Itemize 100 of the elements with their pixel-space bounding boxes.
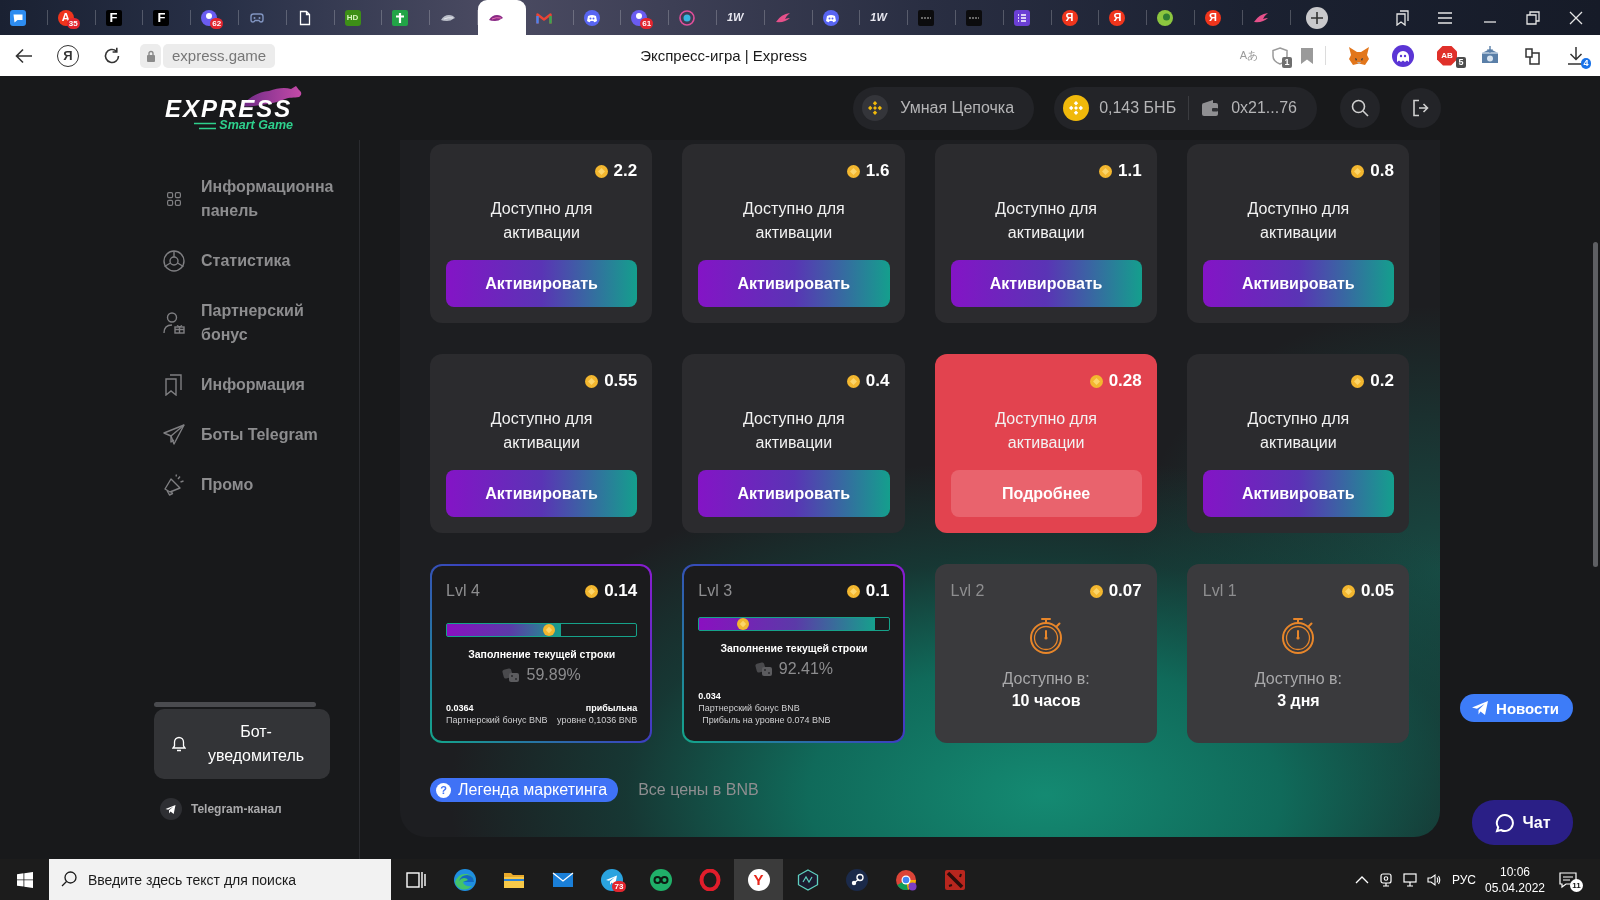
bookmark-icon[interactable]: [1301, 47, 1313, 64]
diamond-coin-icon: [862, 95, 889, 121]
nav-item[interactable]: Статистика: [163, 249, 359, 273]
price: 0.14: [604, 581, 638, 601]
site-info-button[interactable]: [140, 43, 161, 68]
volume-icon[interactable]: [1427, 872, 1441, 887]
clip-icon[interactable]: [1522, 45, 1543, 66]
activate-button[interactable]: Активировать: [698, 470, 890, 517]
activate-button[interactable]: Активировать: [698, 260, 890, 307]
notifier-button[interactable]: Бот-уведомитель: [154, 709, 330, 779]
price-note: Все цены в BNB: [638, 781, 759, 799]
count-badge: 62: [210, 18, 224, 29]
browser-tab[interactable]: 62: [191, 0, 239, 35]
status-text: Доступно в:: [1253, 669, 1343, 689]
status-text: Доступно для активации: [742, 409, 846, 453]
speech-bubble-icon: [1494, 812, 1515, 833]
details-button[interactable]: Подробнее: [950, 470, 1142, 517]
price: 0.28: [1108, 371, 1142, 391]
menu-icon[interactable]: [1436, 9, 1453, 26]
activate-button[interactable]: Активировать: [446, 470, 638, 517]
language-indicator[interactable]: РУС: [1446, 872, 1482, 887]
search-button[interactable]: [1340, 88, 1380, 128]
hexagon-icon: [796, 868, 819, 891]
price: 0.07: [1108, 581, 1142, 601]
nav-item[interactable]: Информация: [163, 373, 359, 397]
browser-tab[interactable]: Я: [1194, 0, 1243, 35]
reload-icon[interactable]: [103, 46, 121, 65]
coin-icon: [1351, 374, 1365, 388]
fox-icon[interactable]: [1348, 44, 1370, 67]
collections-icon[interactable]: [1393, 9, 1410, 26]
nav-item[interactable]: Боты Telegram: [163, 423, 359, 447]
ghost-icon[interactable]: [1392, 44, 1414, 67]
price: 0.4: [865, 371, 890, 391]
wait-time: 3 дня: [1276, 691, 1321, 711]
paper-plane-icon: [1472, 701, 1489, 715]
browser-tab[interactable]: Я: [1099, 0, 1148, 35]
activate-button[interactable]: Активировать: [1202, 260, 1394, 307]
status-text: Доступно для активации: [1246, 409, 1351, 453]
status-text: Доступно для активации: [489, 409, 594, 453]
browser-tab[interactable]: F: [95, 0, 144, 35]
coin-icon: [1089, 374, 1103, 388]
tile-icon: [965, 9, 982, 26]
browser-tab[interactable]: [477, 0, 526, 35]
nav-item[interactable]: Промо: [163, 473, 359, 497]
dice-icon: [754, 661, 773, 677]
activate-button[interactable]: Активировать: [950, 260, 1142, 307]
extension-logo[interactable]: AB: [1437, 45, 1457, 66]
telegram-channel-link[interactable]: Telegram-канал: [160, 798, 282, 820]
browser-tab[interactable]: 1W: [860, 0, 909, 35]
new-tab-button[interactable]: [1305, 6, 1328, 29]
activate-button[interactable]: Активировать: [1202, 470, 1394, 517]
taskbar-button[interactable]: 73: [587, 859, 636, 900]
browser-tab[interactable]: Я: [1051, 0, 1100, 35]
tricolor-circle-icon: [894, 868, 917, 891]
shield-icon[interactable]: [1270, 46, 1289, 65]
scrollbar-thumb[interactable]: [1593, 242, 1598, 567]
logout-button[interactable]: [1401, 88, 1441, 128]
chat-button[interactable]: Чат: [1472, 800, 1573, 845]
network-icon[interactable]: [1403, 872, 1417, 887]
status-text: Доступно для активации: [994, 409, 1098, 453]
webcam-icon[interactable]: [1379, 872, 1393, 887]
wallet-icon: [1201, 99, 1220, 117]
back-icon[interactable]: [15, 46, 33, 65]
search-field[interactable]: Введите здесь текст для поиска: [49, 859, 391, 900]
browser-tab[interactable]: 1W: [716, 0, 765, 35]
address-field[interactable]: express.game: [163, 43, 276, 68]
network-button[interactable]: Умная Цепочка: [853, 86, 1035, 130]
browser-tab[interactable]: 61: [621, 0, 670, 35]
ring-icon: [698, 868, 721, 891]
activate-button[interactable]: Активировать: [446, 260, 638, 307]
browser-tab[interactable]: HD: [334, 0, 383, 35]
news-button[interactable]: Новости: [1460, 694, 1573, 722]
translate-button[interactable]: Aあ: [1239, 48, 1259, 63]
close-icon[interactable]: [1567, 9, 1584, 26]
coin-icon: [1063, 95, 1090, 121]
rings-icon: [649, 868, 672, 891]
restore-icon[interactable]: [1524, 9, 1541, 26]
favicon: 1W: [726, 10, 744, 25]
status-text: Доступно в:: [1001, 669, 1091, 689]
pie-chart-icon: [163, 250, 185, 272]
tile-icon: [918, 9, 935, 26]
clock-time[interactable]: 10:06: [1500, 863, 1530, 880]
scrollbar-thumb[interactable]: [154, 702, 316, 707]
marketing-legend-button[interactable]: ? Легенда маркетинга: [430, 778, 619, 802]
nav-item[interactable]: Партнерский бонус: [163, 299, 359, 347]
nav-item[interactable]: Информационна панель: [163, 175, 359, 223]
clock-date[interactable]: 05.04.2022: [1484, 879, 1546, 896]
price: 2.2: [613, 161, 638, 181]
count-badge: 61: [640, 18, 654, 29]
bell-icon: [172, 736, 186, 752]
favicon: HD: [344, 9, 361, 26]
paper-plane-icon: [160, 798, 182, 820]
price: 1.6: [865, 161, 890, 181]
coin-icon: [846, 374, 860, 388]
taskbar-button[interactable]: Y: [734, 859, 783, 900]
browser-tab[interactable]: F: [143, 0, 192, 35]
favicon: F: [105, 9, 122, 26]
start-icon[interactable]: [16, 871, 33, 888]
page-title: Экспресс-игра | Express: [640, 47, 807, 64]
favicon: Я: [1204, 9, 1221, 26]
